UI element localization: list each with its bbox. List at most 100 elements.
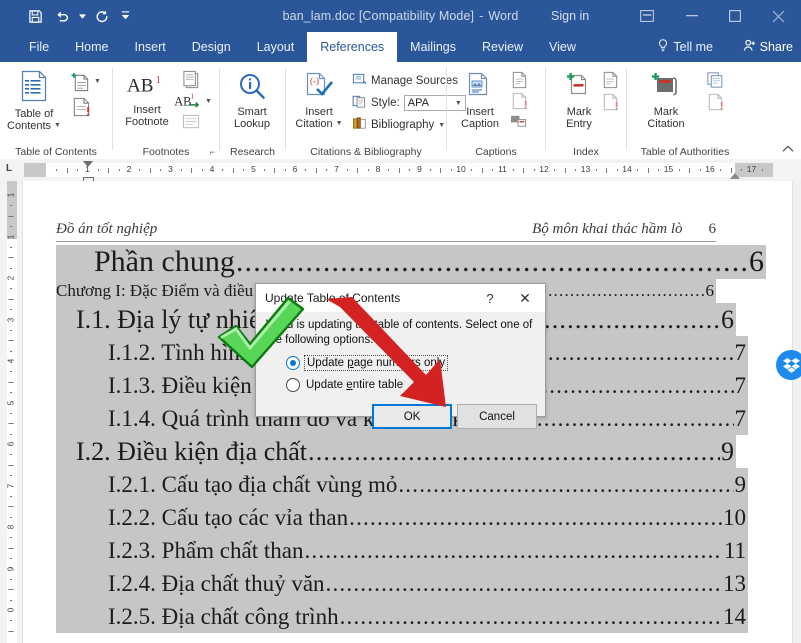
ruler-tick [564, 167, 566, 173]
ok-button[interactable]: OK [372, 404, 452, 429]
title-separator: - [479, 9, 484, 23]
vertical-ruler-track [7, 181, 17, 643]
ruler-tick [606, 167, 608, 173]
tab-home[interactable]: Home [62, 32, 121, 62]
radio-update-entire-table[interactable]: Update entire table [286, 378, 403, 392]
add-text-button[interactable] [70, 72, 92, 97]
tab-view[interactable]: View [536, 32, 589, 62]
redo-icon[interactable] [89, 3, 115, 29]
toc-entry[interactable]: I.2.4. Địa chất thuỷ văn................… [56, 567, 748, 600]
undo-icon[interactable] [50, 3, 76, 29]
toc-entry[interactable]: I.2.1. Cấu tạo địa chất vùng mỏ.........… [56, 468, 748, 501]
ruler-number: 11 [498, 164, 507, 174]
radio-update-page-numbers-only[interactable]: Update page numbers only [286, 355, 449, 371]
update-table-button[interactable] [70, 96, 92, 123]
tab-mailings[interactable]: Mailings [397, 32, 469, 62]
toc-entry[interactable]: I.2.3. Phẩm chất than ..................… [56, 534, 748, 567]
tell-me-search[interactable]: Tell me [658, 32, 713, 62]
horizontal-ruler[interactable]: L 1 2 3 4 5 6 7 8 9 10 11 12 13 14 15 16 17 [0, 159, 801, 186]
help-icon[interactable]: ? [479, 288, 501, 308]
manage-sources-button[interactable]: Manage Sources [352, 72, 458, 90]
tab-file[interactable]: File [16, 32, 62, 62]
toc-entry[interactable]: I.2.2. Cấu tạo các vỉa than ............… [56, 501, 748, 534]
svg-text:1: 1 [156, 75, 161, 86]
ruler-tick [10, 350, 12, 352]
tab-design[interactable]: Design [179, 32, 244, 62]
show-notes-button[interactable] [181, 113, 201, 136]
tab-layout[interactable]: Layout [244, 32, 308, 62]
next-footnote-dropdown-icon[interactable]: ▼ [205, 98, 212, 105]
ruler-tick [481, 167, 483, 173]
tab-review[interactable]: Review [469, 32, 536, 62]
toc-entry[interactable]: I.2. Điều kiện địa chất.................… [56, 435, 736, 468]
chevron-down-icon[interactable]: ▼ [54, 120, 61, 133]
ruler-tick [10, 392, 12, 394]
ruler-tick [56, 169, 58, 171]
insert-footnote-button[interactable]: AB 1 Insert Footnote [116, 72, 178, 129]
mark-citation-line2: Citation [647, 118, 685, 130]
ruler-tick [575, 169, 577, 171]
ruler-tick [10, 558, 12, 560]
undo-dropdown-icon[interactable] [78, 3, 87, 29]
chevron-down-icon[interactable]: ▼ [336, 118, 343, 131]
bibliography-button[interactable]: Bibliography ▼ [352, 116, 445, 134]
ruler-tick [77, 169, 79, 171]
ruler-number: 15 [663, 164, 674, 174]
update-index-button[interactable] [600, 92, 620, 117]
toc-entry-page: 6 [721, 305, 734, 334]
add-text-dropdown-icon[interactable]: ▼ [94, 78, 101, 85]
minimize-icon[interactable] [669, 0, 714, 32]
ruler-tick [10, 620, 12, 622]
first-line-indent-marker[interactable] [82, 161, 93, 167]
ruler-tick [191, 167, 193, 173]
close-icon[interactable] [756, 0, 801, 32]
group-label-table-of-contents: Table of Contents [15, 146, 97, 158]
table-of-contents-button[interactable]: Table of Contents ▼ [3, 70, 65, 133]
collapse-ribbon-icon[interactable] [782, 145, 794, 156]
tab-stop-selector[interactable]: L [6, 163, 12, 174]
ruler-tick [595, 169, 597, 171]
dropbox-icon[interactable] [776, 350, 801, 380]
mark-entry-icon [564, 72, 594, 104]
ruler-tick [108, 167, 110, 173]
dialog-body: Word is updating the table of contents. … [256, 312, 545, 429]
insert-footnote-line1: Insert [133, 103, 161, 116]
toc-entry[interactable]: Phần chung .............................… [56, 245, 766, 279]
save-icon[interactable] [22, 3, 48, 29]
dialog-title-bar: Update Table of Contents ? ✕ [256, 284, 545, 312]
ruler-tick [66, 167, 68, 173]
right-indent-marker[interactable] [729, 173, 740, 179]
update-table-authorities-button[interactable] [705, 92, 725, 117]
smart-lookup-button[interactable]: Smart Lookup [221, 72, 283, 131]
mark-citation-button[interactable]: Mark Citation [635, 72, 697, 131]
vertical-scrollbar[interactable] [792, 181, 801, 643]
footnotes-dialog-launcher[interactable]: ⌐ [210, 147, 215, 157]
cancel-button[interactable]: Cancel [457, 404, 537, 429]
cross-reference-button[interactable] [509, 112, 529, 135]
toc-entry[interactable]: I.2.5. Địa chất công trình..............… [56, 600, 748, 633]
customize-quick-access-icon[interactable] [117, 3, 133, 29]
sign-in-button[interactable]: Sign in [551, 0, 589, 32]
share-label: Share [759, 40, 793, 54]
group-label-table-of-authorities: Table of Authorities [640, 146, 730, 158]
mark-entry-line1: Mark [566, 105, 592, 118]
ruler-number: 0 [6, 607, 16, 613]
ruler-tick [440, 167, 442, 173]
tab-insert[interactable]: Insert [122, 32, 179, 62]
ruler-tick [10, 205, 12, 207]
close-icon[interactable]: ✕ [513, 288, 537, 308]
insert-citation-button[interactable]: (-) Insert Citation ▼ [288, 72, 350, 131]
ruler-tick [10, 599, 12, 601]
ruler-tick [730, 167, 732, 173]
ruler-number: 8 [375, 164, 381, 174]
ribbon-display-options-icon[interactable] [624, 0, 669, 32]
radio-indicator [286, 356, 300, 370]
vertical-ruler[interactable]: 1 1 2 3 4 5 6 7 8 9 0 [0, 181, 23, 643]
toc-leader-dots: ........................................… [235, 245, 748, 278]
chevron-down-icon[interactable]: ▼ [438, 122, 445, 129]
ruler-tick [8, 215, 14, 217]
tab-references[interactable]: References [307, 32, 398, 62]
insert-caption-button[interactable]: Insert Caption [449, 72, 511, 131]
restore-icon[interactable] [714, 0, 756, 32]
share-button[interactable]: Share [743, 32, 793, 62]
